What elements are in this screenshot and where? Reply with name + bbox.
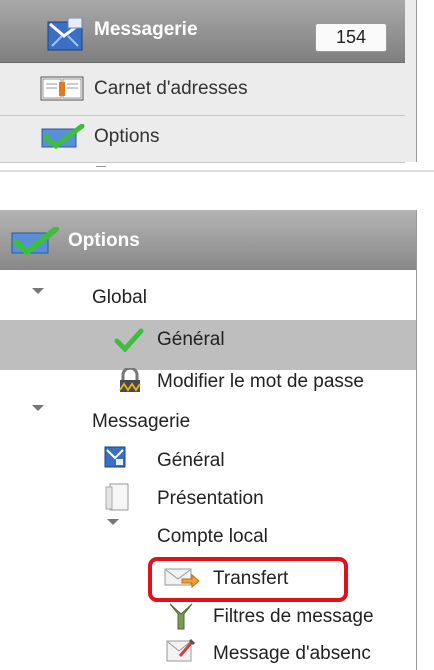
- options-check-icon: [41, 124, 85, 150]
- options-check-icon: [11, 227, 59, 255]
- tree-item-modifier-mot-de-passe[interactable]: Modifier le mot de passe: [157, 371, 364, 393]
- password-lock-icon: [119, 368, 141, 392]
- collapse-arrow-icon[interactable]: [32, 405, 44, 411]
- tree-item-message-d-absence[interactable]: Message d'absenc: [213, 643, 371, 665]
- unread-count-badge: 154: [315, 23, 387, 52]
- tree-item-transfert[interactable]: Transfert: [213, 568, 288, 590]
- address-book-icon: [40, 76, 84, 101]
- tree-item-compte-local[interactable]: Compte local: [157, 526, 268, 548]
- tree-item-messagerie-general[interactable]: Général: [157, 450, 225, 472]
- tree-item-presentation[interactable]: Présentation: [157, 488, 264, 510]
- checkmark-icon: [114, 328, 144, 352]
- collapse-arrow-icon[interactable]: [32, 288, 44, 294]
- tree-item-messagerie[interactable]: Messagerie: [92, 411, 190, 433]
- presentation-page-icon: [105, 483, 129, 511]
- tree-item-filtres-de-message[interactable]: Filtres de message: [213, 606, 374, 628]
- filter-icon: [169, 603, 193, 630]
- nav-messagerie-label: Messagerie: [94, 19, 198, 40]
- divider-tick: [96, 166, 106, 173]
- tree-item-global-general[interactable]: Général: [157, 329, 225, 351]
- divider: [0, 170, 434, 172]
- tree-item-global[interactable]: Global: [92, 287, 147, 309]
- nav-options-label: Options: [94, 126, 160, 147]
- options-panel-header: [0, 210, 416, 270]
- messagerie-icon: [47, 18, 83, 51]
- options-panel-title: Options: [68, 230, 140, 251]
- messagerie-general-icon: [104, 446, 126, 468]
- absence-message-icon: [166, 638, 196, 662]
- collapse-arrow-icon[interactable]: [107, 519, 119, 525]
- nav-carnet-label: Carnet d'adresses: [94, 78, 248, 99]
- transfer-icon: [164, 568, 200, 589]
